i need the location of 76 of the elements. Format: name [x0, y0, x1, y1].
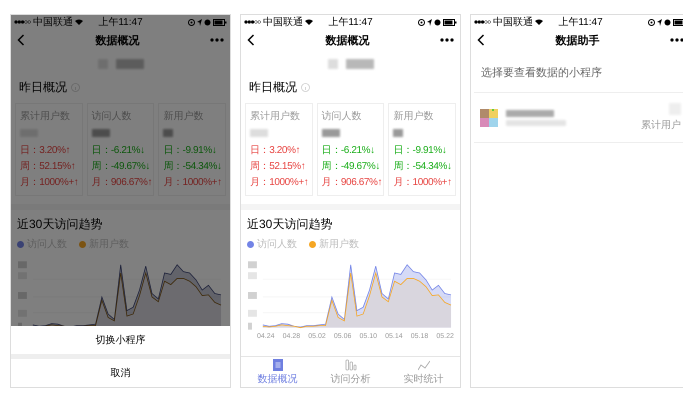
section-title: 近30天访问趋势: [247, 216, 334, 233]
change-rate: 月：1000%+↑: [20, 176, 80, 189]
change-rate: 周：-54.34%↓: [163, 160, 223, 173]
item-caption: 累计用户: [641, 118, 681, 132]
blurred-text: [346, 59, 374, 69]
change-rate: 周：-54.34%↓: [393, 160, 453, 173]
location-icon: [197, 18, 202, 26]
wifi-icon: [535, 19, 543, 25]
blurred-text: [322, 129, 340, 137]
tab[interactable]: 数据概况: [241, 357, 314, 387]
change-rate: 周：52.15%↑: [20, 160, 76, 173]
tab[interactable]: 实时统计: [387, 357, 460, 387]
change-rate: 日：-9.91%↓: [393, 144, 448, 157]
change-rate: 周：52.15%↑: [250, 160, 306, 173]
card-label: 累计用户数: [250, 110, 301, 123]
info-icon: [301, 83, 310, 92]
section-title: 昨日概况: [19, 79, 67, 96]
location-icon: [657, 18, 662, 26]
list-item[interactable]: 累计用户: [474, 92, 683, 143]
change-rate: 日：3.20%↑: [250, 144, 302, 157]
change-rate: 日：-6.21%↓: [92, 144, 146, 157]
list-icon: [272, 358, 284, 370]
wifi-icon: [75, 19, 83, 25]
battery-icon: [443, 18, 457, 26]
blurred-text: [163, 129, 174, 137]
app-icon: [480, 108, 498, 126]
blurred-text: [250, 129, 268, 137]
more-icon[interactable]: [440, 38, 454, 42]
change-rate: 月：906.67%↑: [92, 176, 152, 189]
change-rate: 日：-9.91%↓: [163, 144, 218, 157]
section-title: 近30天访问趋势: [17, 216, 104, 233]
blurred-text: [116, 59, 144, 69]
change-rate: 日：3.20%↑: [20, 144, 72, 157]
tab[interactable]: 访问分析: [314, 357, 387, 387]
more-icon[interactable]: [670, 38, 683, 42]
blurred-text: [328, 59, 338, 69]
page-title: 数据助手: [556, 34, 600, 48]
change-rate: 日：-6.21%↓: [322, 144, 376, 157]
page-title: 数据概况: [96, 34, 140, 48]
back-icon[interactable]: [477, 34, 485, 46]
page-title: 数据概况: [326, 34, 370, 48]
legend-label: 访问人数: [257, 238, 297, 251]
cancel-button[interactable]: 取消: [11, 359, 230, 387]
legend-label: 新用户数: [319, 238, 359, 251]
clock-time: 上午11:47: [328, 16, 373, 29]
wifi-icon: [305, 19, 313, 25]
line-chart-icon: [418, 358, 430, 370]
clock-time: 上午11:47: [98, 16, 143, 29]
blurred-text: [506, 120, 566, 126]
clock-time: 上午11:47: [558, 16, 603, 29]
signal-icon: [244, 20, 261, 24]
signal-icon: [14, 20, 31, 24]
info-icon: [71, 83, 80, 92]
bar-chart-icon: [344, 358, 356, 370]
change-rate: 月：1000%+↑: [250, 176, 310, 189]
card-label: 新用户数: [393, 110, 434, 123]
blurred-text: [248, 292, 257, 299]
change-rate: 周：-49.67%↓: [92, 160, 151, 173]
change-rate: 周：-49.67%↓: [322, 160, 381, 173]
change-rate: 月：1000%+↑: [393, 176, 453, 189]
blurred-text: [506, 110, 554, 116]
location-icon: [427, 18, 432, 26]
back-icon[interactable]: [247, 34, 255, 46]
sheet-option[interactable]: 切换小程序: [11, 326, 230, 354]
blurred-text: [92, 129, 110, 137]
battery-icon: [213, 18, 227, 26]
signal-icon: [474, 20, 491, 24]
carrier-name: 中国联通: [33, 16, 73, 29]
section-title: 昨日概况: [249, 79, 297, 96]
carrier-name: 中国联通: [263, 16, 303, 29]
change-rate: 月：1000%+↑: [163, 176, 223, 189]
carrier-name: 中国联通: [493, 16, 533, 29]
change-rate: 月：906.67%↑: [322, 176, 382, 189]
battery-icon: [673, 18, 683, 26]
card-label: 访问人数: [322, 110, 363, 123]
blurred-text: [393, 129, 404, 137]
